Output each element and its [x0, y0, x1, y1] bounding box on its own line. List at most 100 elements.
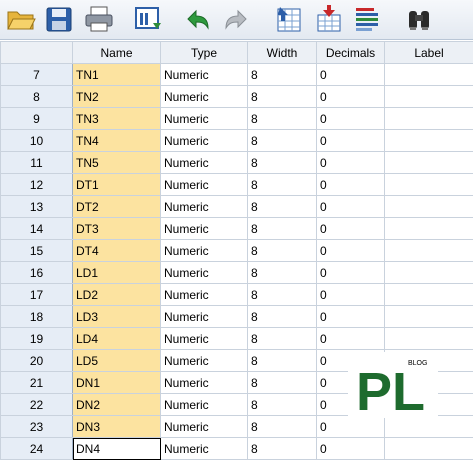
row-number[interactable]: 20	[1, 350, 73, 372]
decimals-cell[interactable]: 0	[317, 328, 385, 350]
width-cell[interactable]: 8	[248, 416, 317, 438]
save-icon[interactable]	[42, 3, 76, 35]
table-row[interactable]: 13DT2Numeric80	[1, 196, 473, 218]
decimals-cell[interactable]: 0	[317, 86, 385, 108]
width-cell[interactable]: 8	[248, 130, 317, 152]
width-cell[interactable]: 8	[248, 196, 317, 218]
row-number[interactable]: 10	[1, 130, 73, 152]
table-row[interactable]: 24DN4Numeric80	[1, 438, 473, 460]
decimals-cell[interactable]: 0	[317, 130, 385, 152]
width-cell[interactable]: 8	[248, 328, 317, 350]
open-folder-icon[interactable]	[4, 3, 38, 35]
type-cell[interactable]: Numeric	[161, 328, 248, 350]
name-cell[interactable]: DN4	[73, 438, 161, 460]
label-cell[interactable]	[385, 174, 473, 196]
width-cell[interactable]: 8	[248, 306, 317, 328]
width-cell[interactable]: 8	[248, 262, 317, 284]
width-cell[interactable]: 8	[248, 108, 317, 130]
redo-icon[interactable]	[220, 3, 254, 35]
table-row[interactable]: 17LD2Numeric80	[1, 284, 473, 306]
decimals-cell[interactable]: 0	[317, 306, 385, 328]
decimals-cell[interactable]: 0	[317, 240, 385, 262]
decimals-cell[interactable]: 0	[317, 174, 385, 196]
decimals-cell[interactable]: 0	[317, 108, 385, 130]
label-cell[interactable]	[385, 262, 473, 284]
table-row[interactable]: 11TN5Numeric80	[1, 152, 473, 174]
label-cell[interactable]	[385, 240, 473, 262]
row-number[interactable]: 23	[1, 416, 73, 438]
label-cell[interactable]	[385, 86, 473, 108]
column-header-width[interactable]: Width	[248, 42, 317, 64]
name-cell[interactable]: LD4	[73, 328, 161, 350]
table-row[interactable]: 12DT1Numeric80	[1, 174, 473, 196]
column-header-type[interactable]: Type	[161, 42, 248, 64]
find-icon[interactable]	[402, 3, 436, 35]
table-row[interactable]: 16LD1Numeric80	[1, 262, 473, 284]
table-row[interactable]: 14DT3Numeric80	[1, 218, 473, 240]
table-row[interactable]: 10TN4Numeric80	[1, 130, 473, 152]
undo-icon[interactable]	[180, 3, 214, 35]
column-header-name[interactable]: Name	[73, 42, 161, 64]
type-cell[interactable]: Numeric	[161, 416, 248, 438]
name-cell[interactable]: DT2	[73, 196, 161, 218]
type-cell[interactable]: Numeric	[161, 196, 248, 218]
type-cell[interactable]: Numeric	[161, 438, 248, 460]
width-cell[interactable]: 8	[248, 438, 317, 460]
column-header-label[interactable]: Label	[385, 42, 473, 64]
label-cell[interactable]	[385, 416, 473, 438]
table-row[interactable]: 9TN3Numeric80	[1, 108, 473, 130]
type-cell[interactable]: Numeric	[161, 152, 248, 174]
label-cell[interactable]	[385, 328, 473, 350]
row-number[interactable]: 12	[1, 174, 73, 196]
table-row[interactable]: 19LD4Numeric80	[1, 328, 473, 350]
row-number[interactable]: 14	[1, 218, 73, 240]
table-row[interactable]: 23DN3Numeric80	[1, 416, 473, 438]
row-number[interactable]: 11	[1, 152, 73, 174]
row-number[interactable]: 17	[1, 284, 73, 306]
width-cell[interactable]: 8	[248, 174, 317, 196]
row-number[interactable]: 7	[1, 64, 73, 86]
label-cell[interactable]	[385, 108, 473, 130]
row-number[interactable]: 19	[1, 328, 73, 350]
label-cell[interactable]	[385, 218, 473, 240]
name-cell[interactable]: LD5	[73, 350, 161, 372]
width-cell[interactable]: 8	[248, 394, 317, 416]
width-cell[interactable]: 8	[248, 64, 317, 86]
table-row[interactable]: 15DT4Numeric80	[1, 240, 473, 262]
row-number[interactable]: 16	[1, 262, 73, 284]
name-cell[interactable]: LD3	[73, 306, 161, 328]
type-cell[interactable]: Numeric	[161, 262, 248, 284]
width-cell[interactable]: 8	[248, 152, 317, 174]
variables-icon[interactable]	[350, 3, 384, 35]
width-cell[interactable]: 8	[248, 350, 317, 372]
width-cell[interactable]: 8	[248, 284, 317, 306]
label-cell[interactable]	[385, 284, 473, 306]
decimals-cell[interactable]: 0	[317, 416, 385, 438]
decimals-cell[interactable]: 0	[317, 196, 385, 218]
decimals-cell[interactable]: 0	[317, 262, 385, 284]
row-number[interactable]: 8	[1, 86, 73, 108]
decimals-cell[interactable]: 0	[317, 218, 385, 240]
row-number[interactable]: 18	[1, 306, 73, 328]
corner-cell[interactable]	[1, 42, 73, 64]
label-cell[interactable]	[385, 64, 473, 86]
label-cell[interactable]	[385, 152, 473, 174]
decimals-cell[interactable]: 0	[317, 438, 385, 460]
name-cell[interactable]: TN5	[73, 152, 161, 174]
type-cell[interactable]: Numeric	[161, 130, 248, 152]
width-cell[interactable]: 8	[248, 86, 317, 108]
type-cell[interactable]: Numeric	[161, 350, 248, 372]
type-cell[interactable]: Numeric	[161, 284, 248, 306]
name-cell[interactable]: TN2	[73, 86, 161, 108]
decimals-cell[interactable]: 0	[317, 152, 385, 174]
row-number[interactable]: 24	[1, 438, 73, 460]
label-cell[interactable]	[385, 306, 473, 328]
name-cell[interactable]: DN2	[73, 394, 161, 416]
name-cell[interactable]: TN3	[73, 108, 161, 130]
type-cell[interactable]: Numeric	[161, 86, 248, 108]
name-cell[interactable]: DN1	[73, 372, 161, 394]
label-cell[interactable]	[385, 196, 473, 218]
name-cell[interactable]: DT4	[73, 240, 161, 262]
type-cell[interactable]: Numeric	[161, 240, 248, 262]
type-cell[interactable]: Numeric	[161, 218, 248, 240]
